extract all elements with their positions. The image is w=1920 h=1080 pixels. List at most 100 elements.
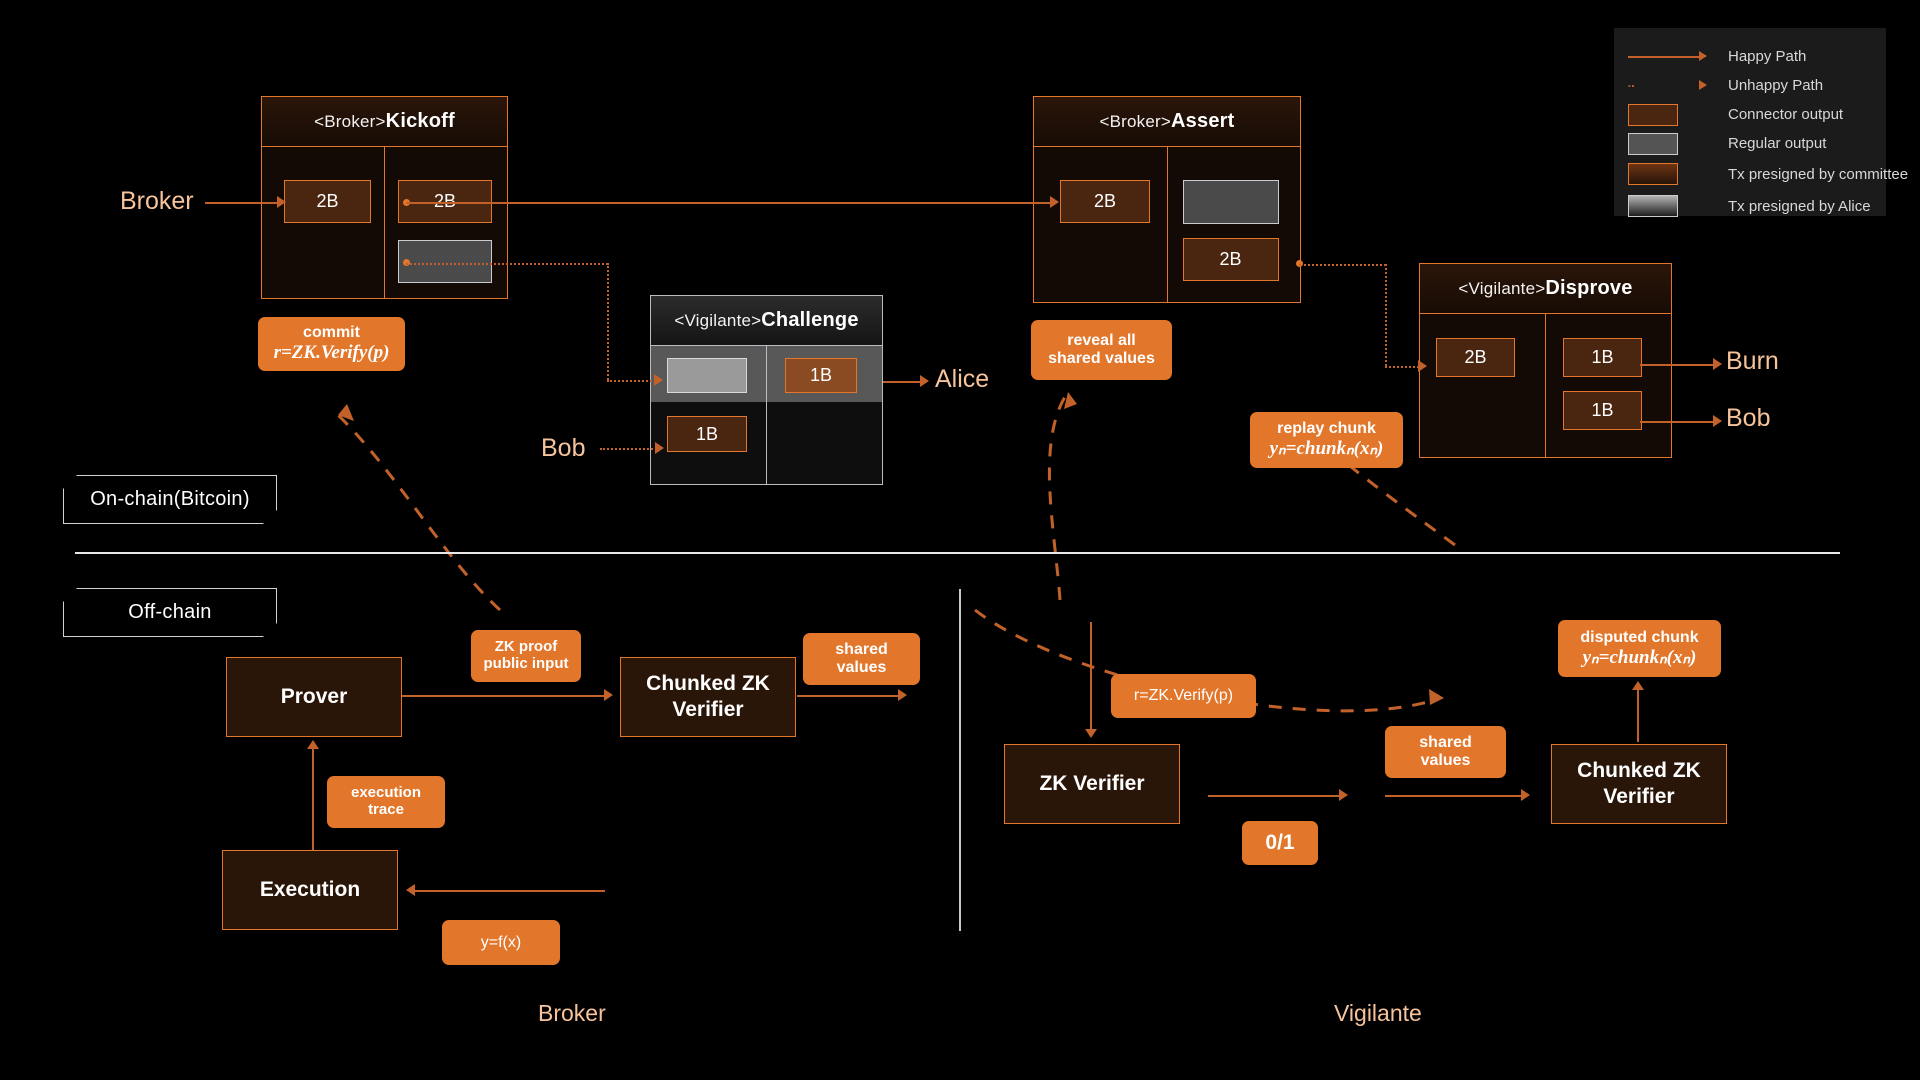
footer-label-vigilante: Vigilante (1334, 1000, 1422, 1026)
pill-zero-one[interactable]: 0/1 (1242, 821, 1318, 865)
output-connector-1b-burn[interactable]: 1B (1563, 338, 1642, 377)
legend-label: Tx presigned by Alice (1728, 197, 1871, 215)
tx-inputs-column: 2B (1034, 147, 1168, 303)
pill-shared-values-vigilante[interactable]: shared values (1385, 726, 1506, 778)
tx-name: Challenge (761, 309, 859, 331)
tx-role: <Broker> (1099, 111, 1172, 131)
pill-line1: commit (303, 324, 360, 342)
chain-label: Off-chain (128, 601, 212, 623)
tx-name: Kickoff (385, 110, 455, 132)
legend-label: Tx presigned by committee (1728, 165, 1909, 183)
footer-label-broker: Broker (538, 1000, 606, 1026)
chain-divider (75, 552, 1840, 554)
legend-label: Connector output (1728, 106, 1844, 123)
pill-r-equals-zk-verify[interactable]: r=ZK.Verify(p) (1111, 674, 1256, 718)
pill-formula: y=f(x) (480, 933, 522, 951)
pill-line1: replay chunk (1277, 420, 1376, 438)
line-broker-to-kickoff (205, 202, 283, 204)
arrowhead (1339, 789, 1348, 801)
pill-execution-trace[interactable]: execution trace (327, 776, 445, 828)
pill-line1: reveal all (1067, 332, 1136, 350)
node-zk-verifier[interactable]: ZK Verifier (1004, 744, 1180, 824)
pill-line2: public input (483, 655, 569, 672)
pill-shared-values-broker[interactable]: shared values (803, 633, 920, 685)
line-disprove-to-bob (1640, 421, 1718, 423)
line-czkv-to-execution (410, 890, 605, 892)
tx-broker-assert[interactable]: <Broker> Assert 2B 2B (1033, 96, 1301, 303)
pill-line2: shared values (1048, 350, 1155, 367)
legend-item-unhappy-path: Unhappy Path (1628, 71, 1868, 100)
input-connector-2b[interactable]: 2B (284, 180, 371, 223)
unhappy-path-line-icon (1628, 75, 1714, 97)
tx-name: Assert (1171, 110, 1235, 132)
arrowhead (1050, 196, 1059, 208)
node-chunked-zk-verifier-broker[interactable]: Chunked ZK Verifier (620, 657, 796, 737)
arrowhead (1713, 358, 1722, 370)
output-regular[interactable] (1182, 180, 1279, 224)
arrowhead (655, 442, 664, 454)
tx-body: 1B 1B (651, 346, 882, 485)
arrowhead (1418, 360, 1427, 372)
line-zkv-out-seg1 (1208, 795, 1343, 797)
input-connector-2b[interactable]: 2B (1060, 180, 1150, 223)
dotted-bob-to-challenge (600, 448, 660, 450)
tx-role: <Broker> (314, 111, 386, 131)
pill-zk-proof-public-input[interactable]: ZK proof public input (471, 630, 581, 682)
tx-body: 2B 1B 1B (1420, 314, 1671, 458)
tx-role: <Vigilante> (1458, 278, 1546, 298)
tx-title: <Vigilante> Disprove (1420, 264, 1671, 314)
tx-committee-swatch-icon (1628, 163, 1714, 185)
node-chunked-zk-verifier-vigilante[interactable]: Chunked ZK Verifier (1551, 744, 1727, 824)
label-burn: Burn (1726, 347, 1779, 375)
pill-line2: r=ZK.Verify(p) (273, 342, 390, 364)
node-execution[interactable]: Execution (222, 850, 398, 930)
line-to-disputed-chunk (1637, 686, 1639, 742)
pill-line2: trace (368, 801, 404, 818)
legend-label: Happy Path (1728, 48, 1807, 65)
label-broker-onchain: Broker (120, 187, 194, 215)
legend-label: Regular output (1728, 135, 1827, 152)
dotted-kickoff-to-challenge-h2 (607, 380, 659, 382)
input-regular[interactable] (667, 358, 747, 393)
input-connector-1b[interactable]: 1B (667, 416, 747, 452)
arrowhead (920, 375, 929, 387)
pill-onchain-bitcoin: On-chain(Bitcoin) (63, 475, 277, 524)
tx-vigilante-disprove[interactable]: <Vigilante> Disprove 2B 1B 1B (1419, 263, 1672, 458)
line-zkv-out-seg2 (1385, 795, 1525, 797)
arrowhead (1713, 415, 1722, 427)
tx-alice-swatch-icon (1628, 195, 1714, 217)
arrowhead (604, 689, 613, 701)
arrowhead (654, 374, 663, 386)
label-bob-challenge: Bob (541, 434, 586, 462)
legend-item-happy-path: Happy Path (1628, 42, 1868, 71)
pill-disputed-chunk[interactable]: disputed chunk yₙ=chunkₙ(xₙ) (1558, 620, 1721, 677)
line-into-zk-verifier (1090, 622, 1092, 734)
pill-commit[interactable]: commit r=ZK.Verify(p) (258, 317, 405, 371)
pill-reveal-all-shared-values[interactable]: reveal all shared values (1031, 320, 1172, 380)
legend-item-tx-alice: Tx presigned by Alice (1628, 190, 1871, 222)
legend-item-connector-output: Connector output (1628, 100, 1868, 129)
pill-replay-chunk[interactable]: replay chunk yₙ=chunkₙ(xₙ) (1250, 412, 1403, 468)
tx-vigilante-challenge[interactable]: <Vigilante> Challenge 1B 1B (650, 295, 883, 485)
pill-y-equals-fx[interactable]: y=f(x) (442, 920, 560, 965)
pill-line1: shared (835, 641, 888, 659)
pill-line2: values (836, 659, 887, 676)
arrowhead (898, 689, 907, 701)
line-czkv-out (797, 695, 902, 697)
node-prover[interactable]: Prover (226, 657, 402, 737)
pill-line2: values (1420, 752, 1471, 769)
output-regular[interactable] (398, 240, 492, 283)
arrowhead (1085, 729, 1097, 738)
label-bob-disprove: Bob (1726, 404, 1771, 432)
output-connector-1b[interactable]: 1B (785, 358, 857, 393)
output-connector-1b-bob[interactable]: 1B (1563, 391, 1642, 430)
pill-offchain: Off-chain (63, 588, 277, 637)
output-connector-2b[interactable]: 2B (1182, 238, 1279, 281)
line-disprove-to-burn (1640, 364, 1718, 366)
pill-formula: 0/1 (1265, 831, 1295, 855)
pill-line1: execution (350, 784, 422, 802)
input-connector-2b[interactable]: 2B (1436, 338, 1515, 377)
tx-inputs-column: 2B (1420, 314, 1546, 458)
arrowhead (1521, 789, 1530, 801)
tx-broker-kickoff[interactable]: <Broker> Kickoff 2B 2B (261, 96, 508, 299)
